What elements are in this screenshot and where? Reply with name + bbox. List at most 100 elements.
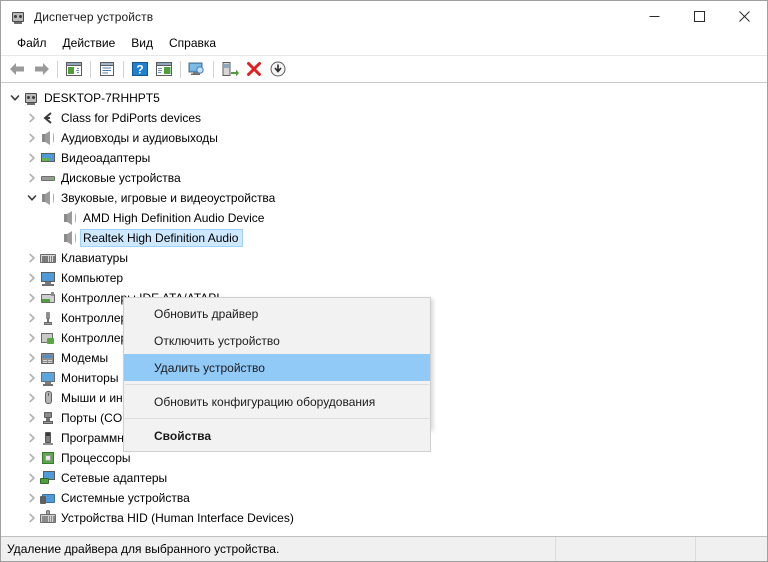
chevron-right-icon[interactable]	[24, 390, 40, 406]
port-icon	[40, 410, 56, 426]
usb-controller-icon	[40, 310, 56, 326]
minimize-button[interactable]	[632, 1, 677, 32]
chevron-right-icon[interactable]	[24, 330, 40, 346]
forward-arrow-icon[interactable]	[29, 58, 53, 81]
device-tree-panel[interactable]: DESKTOP-7RHHPT5 Class for PdiPorts device…	[1, 83, 767, 537]
chevron-right-icon[interactable]	[24, 150, 40, 166]
close-button[interactable]	[722, 1, 767, 32]
maximize-button[interactable]	[677, 1, 722, 32]
tree-row[interactable]: AMD High Definition Audio Device	[1, 208, 767, 228]
tree-row-label: DESKTOP-7RHHPT5	[44, 91, 160, 105]
tree-row[interactable]: Class for PdiPorts devices	[1, 108, 767, 128]
tree-row-label: Дисковые устройства	[61, 171, 181, 185]
chevron-right-icon[interactable]	[24, 130, 40, 146]
toolbar: ?	[1, 55, 767, 83]
device-manager-icon	[10, 9, 26, 25]
svg-text:?: ?	[136, 63, 143, 77]
context-menu-separator	[125, 418, 429, 419]
toolbar-separator	[213, 60, 214, 78]
pdiports-class-icon	[40, 110, 56, 126]
tree-row[interactable]: Звуковые, игровые и видеоустройства	[1, 188, 767, 208]
context-menu-item-scan-hardware[interactable]: Обновить конфигурацию оборудования	[124, 388, 430, 415]
chevron-right-icon[interactable]	[24, 350, 40, 366]
scan-hardware-changes-icon[interactable]	[185, 58, 209, 81]
tree-row[interactable]: DESKTOP-7RHHPT5	[1, 88, 767, 108]
context-menu-item-uninstall-device[interactable]: Удалить устройство	[124, 354, 430, 381]
speaker-icon	[62, 210, 78, 226]
tree-row-label: Звуковые, игровые и видеоустройства	[61, 191, 276, 205]
tree-row[interactable]: Сетевые адаптеры	[1, 468, 767, 488]
tree-row-label: AMD High Definition Audio Device	[83, 211, 265, 225]
show-hide-console-tree-icon[interactable]	[62, 58, 86, 81]
device-manager-window: Диспетчер устройств Файл Действие Вид Сп…	[0, 0, 768, 562]
menubar-item-help[interactable]: Справка	[161, 34, 224, 53]
tree-row-label: Realtek High Definition Audio	[79, 229, 244, 247]
speaker-icon	[62, 230, 78, 246]
tree-row[interactable]: Системные устройства	[1, 488, 767, 508]
context-menu-item-label: Отключить устройство	[154, 333, 280, 348]
tree-row-label: Клавиатуры	[61, 251, 128, 265]
uninstall-device-icon[interactable]	[242, 58, 266, 81]
chevron-down-icon[interactable]	[7, 90, 23, 106]
menubar-item-view[interactable]: Вид	[123, 34, 161, 53]
chevron-right-icon[interactable]	[24, 170, 40, 186]
tree-row-label: Модемы	[61, 351, 109, 365]
context-menu-item-properties[interactable]: Свойства	[124, 422, 430, 449]
storage-controller-icon	[40, 330, 56, 346]
show-hide-action-pane-icon[interactable]	[152, 58, 176, 81]
chevron-right-icon[interactable]	[24, 510, 40, 526]
computer-node-icon	[23, 90, 39, 106]
chevron-down-icon[interactable]	[24, 190, 40, 206]
tree-row[interactable]: Дисковые устройства	[1, 168, 767, 188]
context-menu-item-disable-device[interactable]: Отключить устройство	[124, 327, 430, 354]
keyboard-icon	[40, 250, 56, 266]
context-menu-item-label: Обновить драйвер	[154, 306, 259, 321]
ide-controller-icon	[40, 290, 56, 306]
window-controls	[632, 1, 767, 32]
chevron-right-icon[interactable]	[24, 490, 40, 506]
chevron-right-icon[interactable]	[24, 370, 40, 386]
menubar-item-file[interactable]: Файл	[9, 34, 55, 53]
chevron-right-icon[interactable]	[24, 110, 40, 126]
back-arrow-icon[interactable]	[5, 58, 29, 81]
status-message: Удаление драйвера для выбранного устройс…	[1, 537, 556, 561]
tree-row-label: Аудиовходы и аудиовыходы	[61, 131, 218, 145]
tree-row-label: Процессоры	[61, 451, 131, 465]
chevron-right-icon[interactable]	[24, 470, 40, 486]
chevron-right-icon[interactable]	[24, 290, 40, 306]
video-adapter-icon	[40, 150, 56, 166]
tree-row-label: Устройства HID (Human Interface Devices)	[61, 511, 294, 525]
toolbar-separator	[180, 60, 181, 78]
menu-bar: Файл Действие Вид Справка	[1, 32, 767, 55]
tree-row-label: Сетевые адаптеры	[61, 471, 168, 485]
update-driver-icon[interactable]	[218, 58, 242, 81]
chevron-right-icon[interactable]	[24, 250, 40, 266]
properties-icon[interactable]	[95, 58, 119, 81]
chevron-right-icon[interactable]	[24, 430, 40, 446]
menubar-item-action[interactable]: Действие	[55, 34, 124, 53]
help-icon[interactable]: ?	[128, 58, 152, 81]
context-menu-item-update-driver[interactable]: Обновить драйвер	[124, 300, 430, 327]
tree-row-label: Видеоадаптеры	[61, 151, 151, 165]
monitor-icon	[40, 370, 56, 386]
tree-row[interactable]: Видеоадаптеры	[1, 148, 767, 168]
tree-row[interactable]: Realtek High Definition Audio	[1, 228, 767, 248]
tree-row[interactable]: Устройства HID (Human Interface Devices)	[1, 508, 767, 528]
speaker-icon	[40, 190, 56, 206]
chevron-right-icon[interactable]	[24, 310, 40, 326]
context-menu[interactable]: Обновить драйвер Отключить устройство Удал…	[123, 297, 431, 452]
tree-row[interactable]: Клавиатуры	[1, 248, 767, 268]
tree-row[interactable]: Компьютер	[1, 268, 767, 288]
disable-device-icon[interactable]	[266, 58, 290, 81]
context-menu-separator	[125, 384, 429, 385]
toolbar-separator	[57, 60, 58, 78]
tree-row[interactable]: Аудиовходы и аудиовыходы	[1, 128, 767, 148]
speaker-icon	[40, 130, 56, 146]
chevron-right-icon[interactable]	[24, 270, 40, 286]
status-panel-2	[556, 537, 696, 561]
chevron-right-icon[interactable]	[24, 410, 40, 426]
chevron-right-icon[interactable]	[24, 450, 40, 466]
modem-icon	[40, 350, 56, 366]
context-menu-item-label: Обновить конфигурацию оборудования	[154, 394, 376, 409]
